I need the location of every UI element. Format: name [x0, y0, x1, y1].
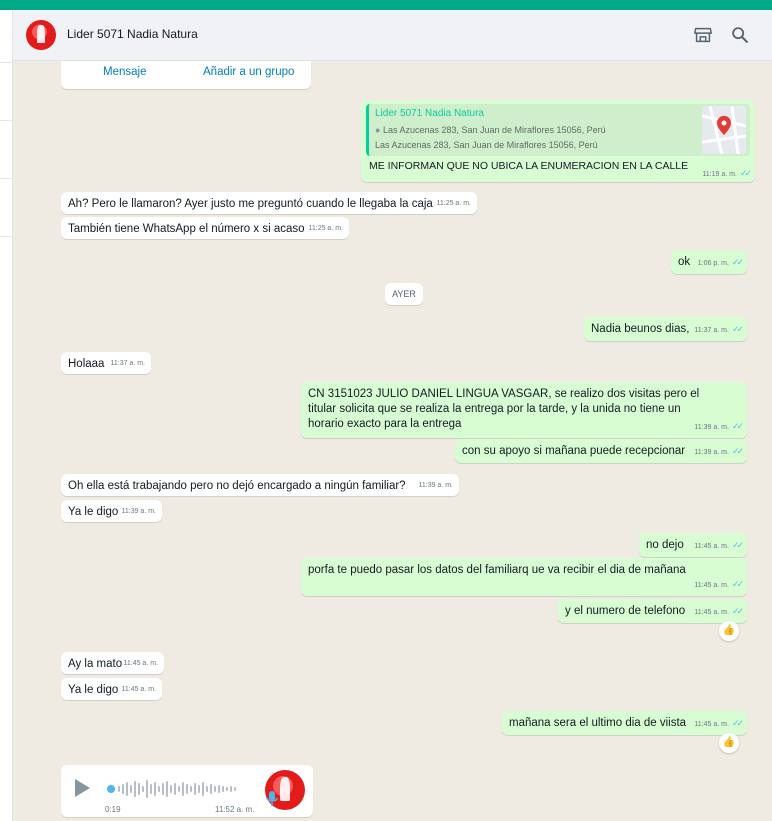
incoming-message[interactable]: Holaaa 11:37 a. m. [61, 352, 151, 374]
outgoing-message[interactable]: CN 3151023 JULIO DANIEL LINGUA VASGAR, s… [301, 382, 747, 438]
incoming-message[interactable]: Ya le digo 11:39 a. m. [61, 500, 162, 522]
chat-header[interactable]: Lider 5071 Nadia Natura [13, 10, 772, 61]
message-meta: 11:45 a. m. ✓✓ [694, 540, 744, 550]
waveform-slider[interactable] [107, 775, 247, 803]
outgoing-message[interactable]: mañana sera el ultimo dia de viista 11:4… [502, 711, 747, 735]
incoming-message[interactable]: Ay la mato 11:45 a. m. [61, 652, 164, 674]
voice-message[interactable]: 0:19 11:52 a. m. [61, 765, 313, 817]
pin-icon: ● [375, 125, 381, 135]
read-ticks-icon: ✓✓ [731, 324, 744, 334]
read-ticks-icon: ✓✓ [739, 168, 752, 178]
message-meta: 11:45 a. m. ✓✓ [694, 579, 744, 589]
location-preview[interactable]: Lider 5071 Nadia Natura ● Las Azucenas 2… [366, 104, 750, 156]
location-message[interactable]: Lider 5071 Nadia Natura ● Las Azucenas 2… [361, 100, 755, 182]
contact-avatar[interactable] [26, 20, 56, 50]
voice-duration: 0:19 [105, 805, 121, 814]
outgoing-message[interactable]: con su apoyo si mañana puede recepcionar… [455, 439, 747, 463]
read-ticks-icon: ✓✓ [731, 446, 744, 456]
read-ticks-icon: ✓✓ [731, 579, 744, 589]
message-text: porfa te puedo pasar los datos del famil… [308, 564, 686, 576]
message-time: 11:39 a. m. [121, 508, 156, 515]
message-text: Ah? Pero le llamaron? Ayer justo me preg… [68, 198, 433, 210]
message-meta: 11:37 a. m. ✓✓ [694, 324, 744, 334]
message-meta: 11:45 a. m. ✓✓ [694, 606, 744, 616]
message-time: 11:45 a. m. [123, 660, 158, 667]
day-separator: AYER [385, 283, 423, 305]
location-address-2: Las Azucenas 283, San Juan de Miraflores… [375, 140, 598, 150]
map-pin-icon [702, 106, 746, 154]
outgoing-message[interactable]: y el numero de telefono 11:45 a. m. ✓✓ [558, 599, 747, 623]
message-time: 11:52 a. m. [215, 805, 255, 814]
search-icon[interactable] [729, 24, 751, 46]
play-icon[interactable] [75, 779, 90, 797]
reaction-badge[interactable]: 👍 [719, 621, 739, 641]
outgoing-message[interactable]: ok 1:06 p. m. ✓✓ [671, 250, 747, 274]
outgoing-message[interactable]: no dejo 11:45 a. m. ✓✓ [639, 533, 747, 557]
incoming-message[interactable]: También tiene WhatsApp el número x si ac… [61, 217, 349, 239]
location-caption: ME INFORMAN QUE NO UBICA LA ENUMERACION … [369, 160, 689, 172]
outgoing-message[interactable]: porfa te puedo pasar los datos del famil… [301, 558, 747, 596]
incoming-message[interactable]: Ah? Pero le llamaron? Ayer justo me preg… [61, 192, 477, 214]
map-thumbnail[interactable] [702, 106, 746, 154]
message-pane[interactable]: Mensaje Añadir a un grupo Lider 5071 Nad… [13, 61, 772, 821]
location-name: Lider 5071 Nadia Natura [375, 108, 484, 119]
microphone-icon [266, 791, 278, 806]
app-top-bar [0, 0, 772, 10]
read-ticks-icon: ✓✓ [731, 421, 744, 431]
message-meta: 11:45 a. m. ✓✓ [694, 718, 744, 728]
message-text: También tiene WhatsApp el número x si ac… [68, 223, 305, 235]
message-meta: 11:19 a. m. ✓✓ [702, 168, 752, 178]
message-time: 11:25 a. m. [308, 225, 343, 232]
location-address-1: Las Azucenas 283, San Juan de Miraflores… [382, 125, 606, 135]
read-ticks-icon: ✓✓ [731, 606, 744, 616]
message-time: 11:45 a. m. [121, 686, 156, 693]
chat-list-edge [0, 10, 13, 821]
message-meta: 11:39 a. m. ✓✓ [694, 446, 744, 456]
message-text: CN 3151023 JULIO DANIEL LINGUA VASGAR, s… [308, 388, 700, 430]
incoming-message[interactable]: Ya le digo 11:45 a. m. [61, 678, 162, 700]
store-icon[interactable] [692, 24, 714, 46]
read-ticks-icon: ✓✓ [731, 718, 744, 728]
message-time: 11:39 a. m. [418, 482, 453, 489]
contact-name[interactable]: Lider 5071 Nadia Natura [67, 27, 198, 41]
read-ticks-icon: ✓✓ [731, 540, 744, 550]
contact-card: Mensaje Añadir a un grupo [61, 61, 311, 89]
incoming-message[interactable]: Oh ella está trabajando pero no dejó enc… [61, 474, 459, 496]
reaction-badge[interactable]: 👍 [719, 733, 739, 753]
outgoing-message[interactable]: Nadia beunos dias, 11:37 a. m. ✓✓ [584, 317, 747, 341]
message-text: Oh ella está trabajando pero no dejó enc… [68, 480, 406, 492]
message-meta: 1:06 p. m. ✓✓ [697, 257, 744, 267]
message-contact-button[interactable]: Mensaje [103, 66, 146, 78]
add-to-group-button[interactable]: Añadir a un grupo [203, 66, 294, 78]
location-address-line: ● Las Azucenas 283, San Juan de Miraflor… [375, 125, 606, 135]
message-meta: 11:39 a. m. ✓✓ [694, 421, 744, 431]
read-ticks-icon: ✓✓ [731, 257, 744, 267]
message-time: 11:37 a. m. [110, 360, 145, 367]
message-time: 11:25 a. m. [436, 200, 471, 207]
